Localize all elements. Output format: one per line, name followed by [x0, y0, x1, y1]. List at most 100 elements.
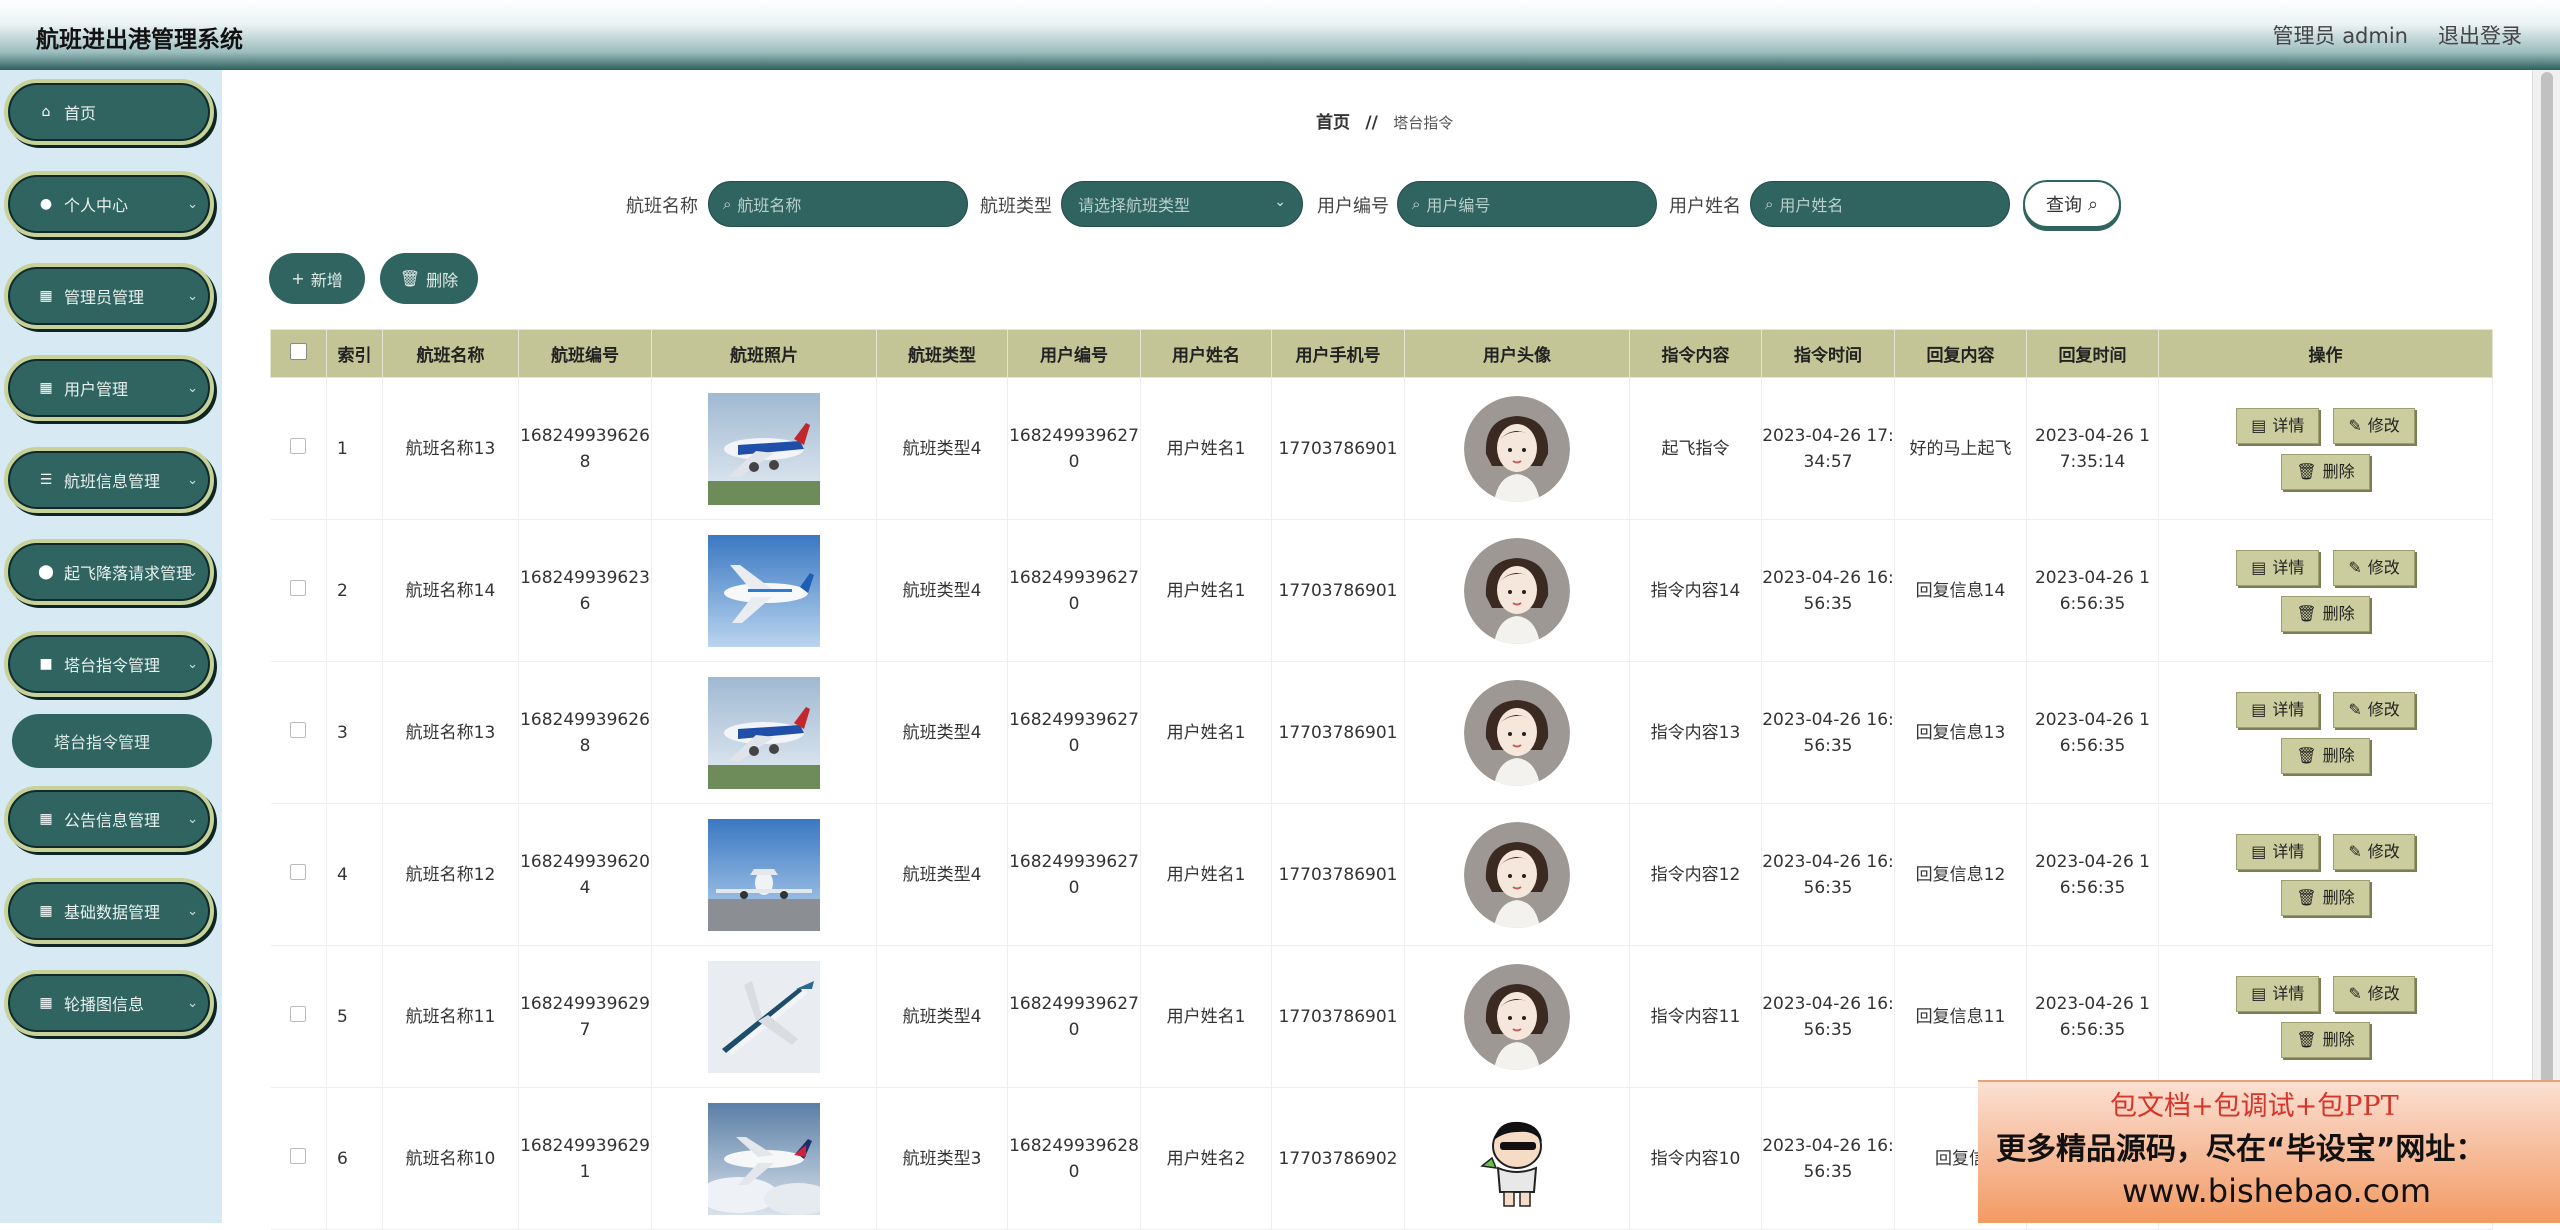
delete-button[interactable]: 🗑 删除	[2281, 595, 2370, 632]
cell-flight-photo	[651, 1087, 877, 1230]
flight-type-placeholder: 请选择航班类型	[1078, 196, 1191, 215]
chevron-down-icon: ⌄	[187, 473, 198, 488]
cell-flight-no: 1682499396204	[518, 803, 652, 946]
breadcrumb-home[interactable]: 首页	[1316, 113, 1350, 133]
row-checkbox[interactable]	[290, 1147, 307, 1164]
detail-button[interactable]: ▤ 详情	[2236, 833, 2320, 870]
cell-phone: 17703786901	[1271, 661, 1405, 804]
flight-photo-image	[708, 392, 820, 505]
cell-flight-no: 1682499396297	[518, 945, 652, 1088]
detail-button[interactable]: ▤ 详情	[2236, 691, 2320, 728]
sidebar-item-personal-center[interactable]: ● 个人中心 ⌄	[4, 171, 214, 237]
row-checkbox[interactable]	[290, 437, 307, 454]
promo-line-1: 包文档+包调试+包PPT	[2110, 1091, 2399, 1122]
sidebar-item-admin-management[interactable]: ▦ 管理员管理 ⌄	[4, 263, 214, 329]
cell-user-no: 1682499396280	[1007, 1087, 1141, 1230]
cell-phone: 17703786902	[1271, 1087, 1405, 1230]
sidebar-item-takeoff-landing[interactable]: ⬤ 起飞降落请求管理 ⌄	[4, 539, 214, 605]
user-name-label: 用户姓名	[1669, 196, 1741, 217]
cell-flight-type: 航班类型3	[876, 1087, 1008, 1230]
delete-button[interactable]: 🗑 删除	[2281, 1021, 2370, 1058]
edit-label: 修改	[2367, 841, 2400, 861]
breadcrumb: 首页 // 塔台指令	[1316, 108, 1453, 133]
add-button[interactable]: + 新增	[269, 253, 365, 304]
row-select-cell[interactable]	[270, 1087, 327, 1230]
document-icon: ▤	[2251, 841, 2267, 861]
table-header-row: 索引 航班名称 航班编号 航班照片 航班类型 用户编号 用户姓名 用户手机号 用…	[270, 329, 2493, 378]
user-name-input[interactable]: ⌕ 用户姓名	[1750, 181, 2010, 227]
row-checkbox[interactable]	[290, 1005, 307, 1022]
scrollbar-thumb[interactable]	[2541, 72, 2553, 1212]
flight-type-select[interactable]: 请选择航班类型 ⌄	[1061, 181, 1303, 227]
select-all-checkbox[interactable]	[290, 342, 307, 360]
sidebar-item-home[interactable]: ⌂ 首页	[4, 79, 214, 145]
cell-command-time: 2023-04-26 16:56:35	[1761, 1087, 1895, 1230]
batch-delete-button[interactable]: 🗑 删除	[380, 253, 478, 304]
chevron-down-icon: ⌄	[187, 197, 198, 212]
row-select-cell[interactable]	[270, 945, 327, 1088]
sidebar-item-label: 个人中心	[64, 196, 129, 215]
cell-reply-time: 2023-04-26 16:56:35	[2026, 519, 2159, 662]
admin-user-label[interactable]: 管理员 admin	[2273, 20, 2408, 50]
trash-icon: 🗑	[399, 269, 421, 288]
cell-flight-photo	[651, 661, 877, 804]
row-select-cell[interactable]	[270, 803, 327, 946]
edit-button[interactable]: ✎ 修改	[2333, 833, 2415, 870]
flight-name-input[interactable]: ⌕ 航班名称	[708, 181, 968, 227]
cell-avatar	[1404, 377, 1630, 520]
cell-command-time: 2023-04-26 16:56:35	[1761, 803, 1895, 946]
detail-button[interactable]: ▤ 详情	[2236, 407, 2320, 444]
cell-reply-time: 2023-04-26 17:35:14	[2026, 377, 2159, 520]
row-select-cell[interactable]	[270, 377, 327, 520]
delete-label: 删除	[426, 270, 459, 290]
sidebar-item-carousel[interactable]: ▦ 轮播图信息 ⌄	[4, 970, 214, 1036]
edit-button[interactable]: ✎ 修改	[2333, 691, 2415, 728]
row-checkbox[interactable]	[290, 721, 307, 738]
sidebar-item-basic-data[interactable]: ▦ 基础数据管理 ⌄	[4, 878, 214, 944]
promo-line-3: www.bishebao.com	[2122, 1172, 2432, 1210]
delete-button[interactable]: 🗑 删除	[2281, 879, 2370, 916]
cell-flight-no: 1682499396268	[518, 661, 652, 804]
col-header: 指令时间	[1761, 329, 1895, 378]
user-icon: ●	[39, 196, 53, 212]
delete-button[interactable]: 🗑 删除	[2281, 453, 2370, 490]
sidebar-item-tower-command[interactable]: ■ 塔台指令管理 ⌄	[4, 631, 214, 697]
document-icon: ▤	[2251, 699, 2267, 719]
query-button[interactable]: 查询 ⌕	[2023, 180, 2121, 228]
query-label: 查询	[2045, 195, 2082, 216]
grid-icon: ▦	[39, 811, 53, 827]
select-all-cell[interactable]	[270, 329, 327, 378]
row-select-cell[interactable]	[270, 519, 327, 662]
logout-link[interactable]: 退出登录	[2438, 20, 2522, 50]
sidebar-subitem-tower-command[interactable]: 塔台指令管理	[12, 714, 212, 768]
detail-label: 详情	[2272, 415, 2305, 435]
cell-reply: 回复信息11	[1894, 945, 2027, 1088]
top-header: 航班进出港管理系统 管理员 admin 退出登录	[0, 0, 2560, 70]
cell-index: 4	[326, 803, 383, 946]
detail-button[interactable]: ▤ 详情	[2236, 549, 2320, 586]
row-checkbox[interactable]	[290, 863, 307, 880]
breadcrumb-current: 塔台指令	[1393, 114, 1454, 132]
cell-reply-time: 2023-04-26 16:56:35	[2026, 661, 2159, 804]
flight-type-label: 航班类型	[980, 196, 1052, 217]
user-no-input[interactable]: ⌕ 用户编号	[1397, 181, 1657, 227]
vertical-scrollbar[interactable]	[2532, 70, 2560, 1223]
promo-banner[interactable]: 包文档+包调试+包PPT 更多精品源码，尽在“毕设宝”网址： www.bishe…	[1978, 1080, 2560, 1223]
user-avatar	[1464, 1105, 1570, 1212]
cell-phone: 17703786901	[1271, 377, 1405, 520]
row-checkbox[interactable]	[290, 579, 307, 596]
table-row: 5 航班名称11 1682499396297 航班类型4 16824993962…	[270, 945, 2493, 1088]
sidebar-item-flight-info[interactable]: ☰ 航班信息管理 ⌄	[4, 447, 214, 513]
edit-button[interactable]: ✎ 修改	[2333, 549, 2415, 586]
sidebar-item-notice[interactable]: ▦ 公告信息管理 ⌄	[4, 786, 214, 852]
edit-button[interactable]: ✎ 修改	[2333, 407, 2415, 444]
edit-button[interactable]: ✎ 修改	[2333, 975, 2415, 1012]
sidebar-item-user-management[interactable]: ▦ 用户管理 ⌄	[4, 355, 214, 421]
delete-button[interactable]: 🗑 删除	[2281, 737, 2370, 774]
detail-button[interactable]: ▤ 详情	[2236, 975, 2320, 1012]
row-select-cell[interactable]	[270, 661, 327, 804]
user-avatar	[1464, 537, 1570, 644]
detail-label: 详情	[2272, 841, 2305, 861]
cell-avatar	[1404, 661, 1630, 804]
table-row: 3 航班名称13 1682499396268 航班类型4 16824993962…	[270, 661, 2493, 804]
